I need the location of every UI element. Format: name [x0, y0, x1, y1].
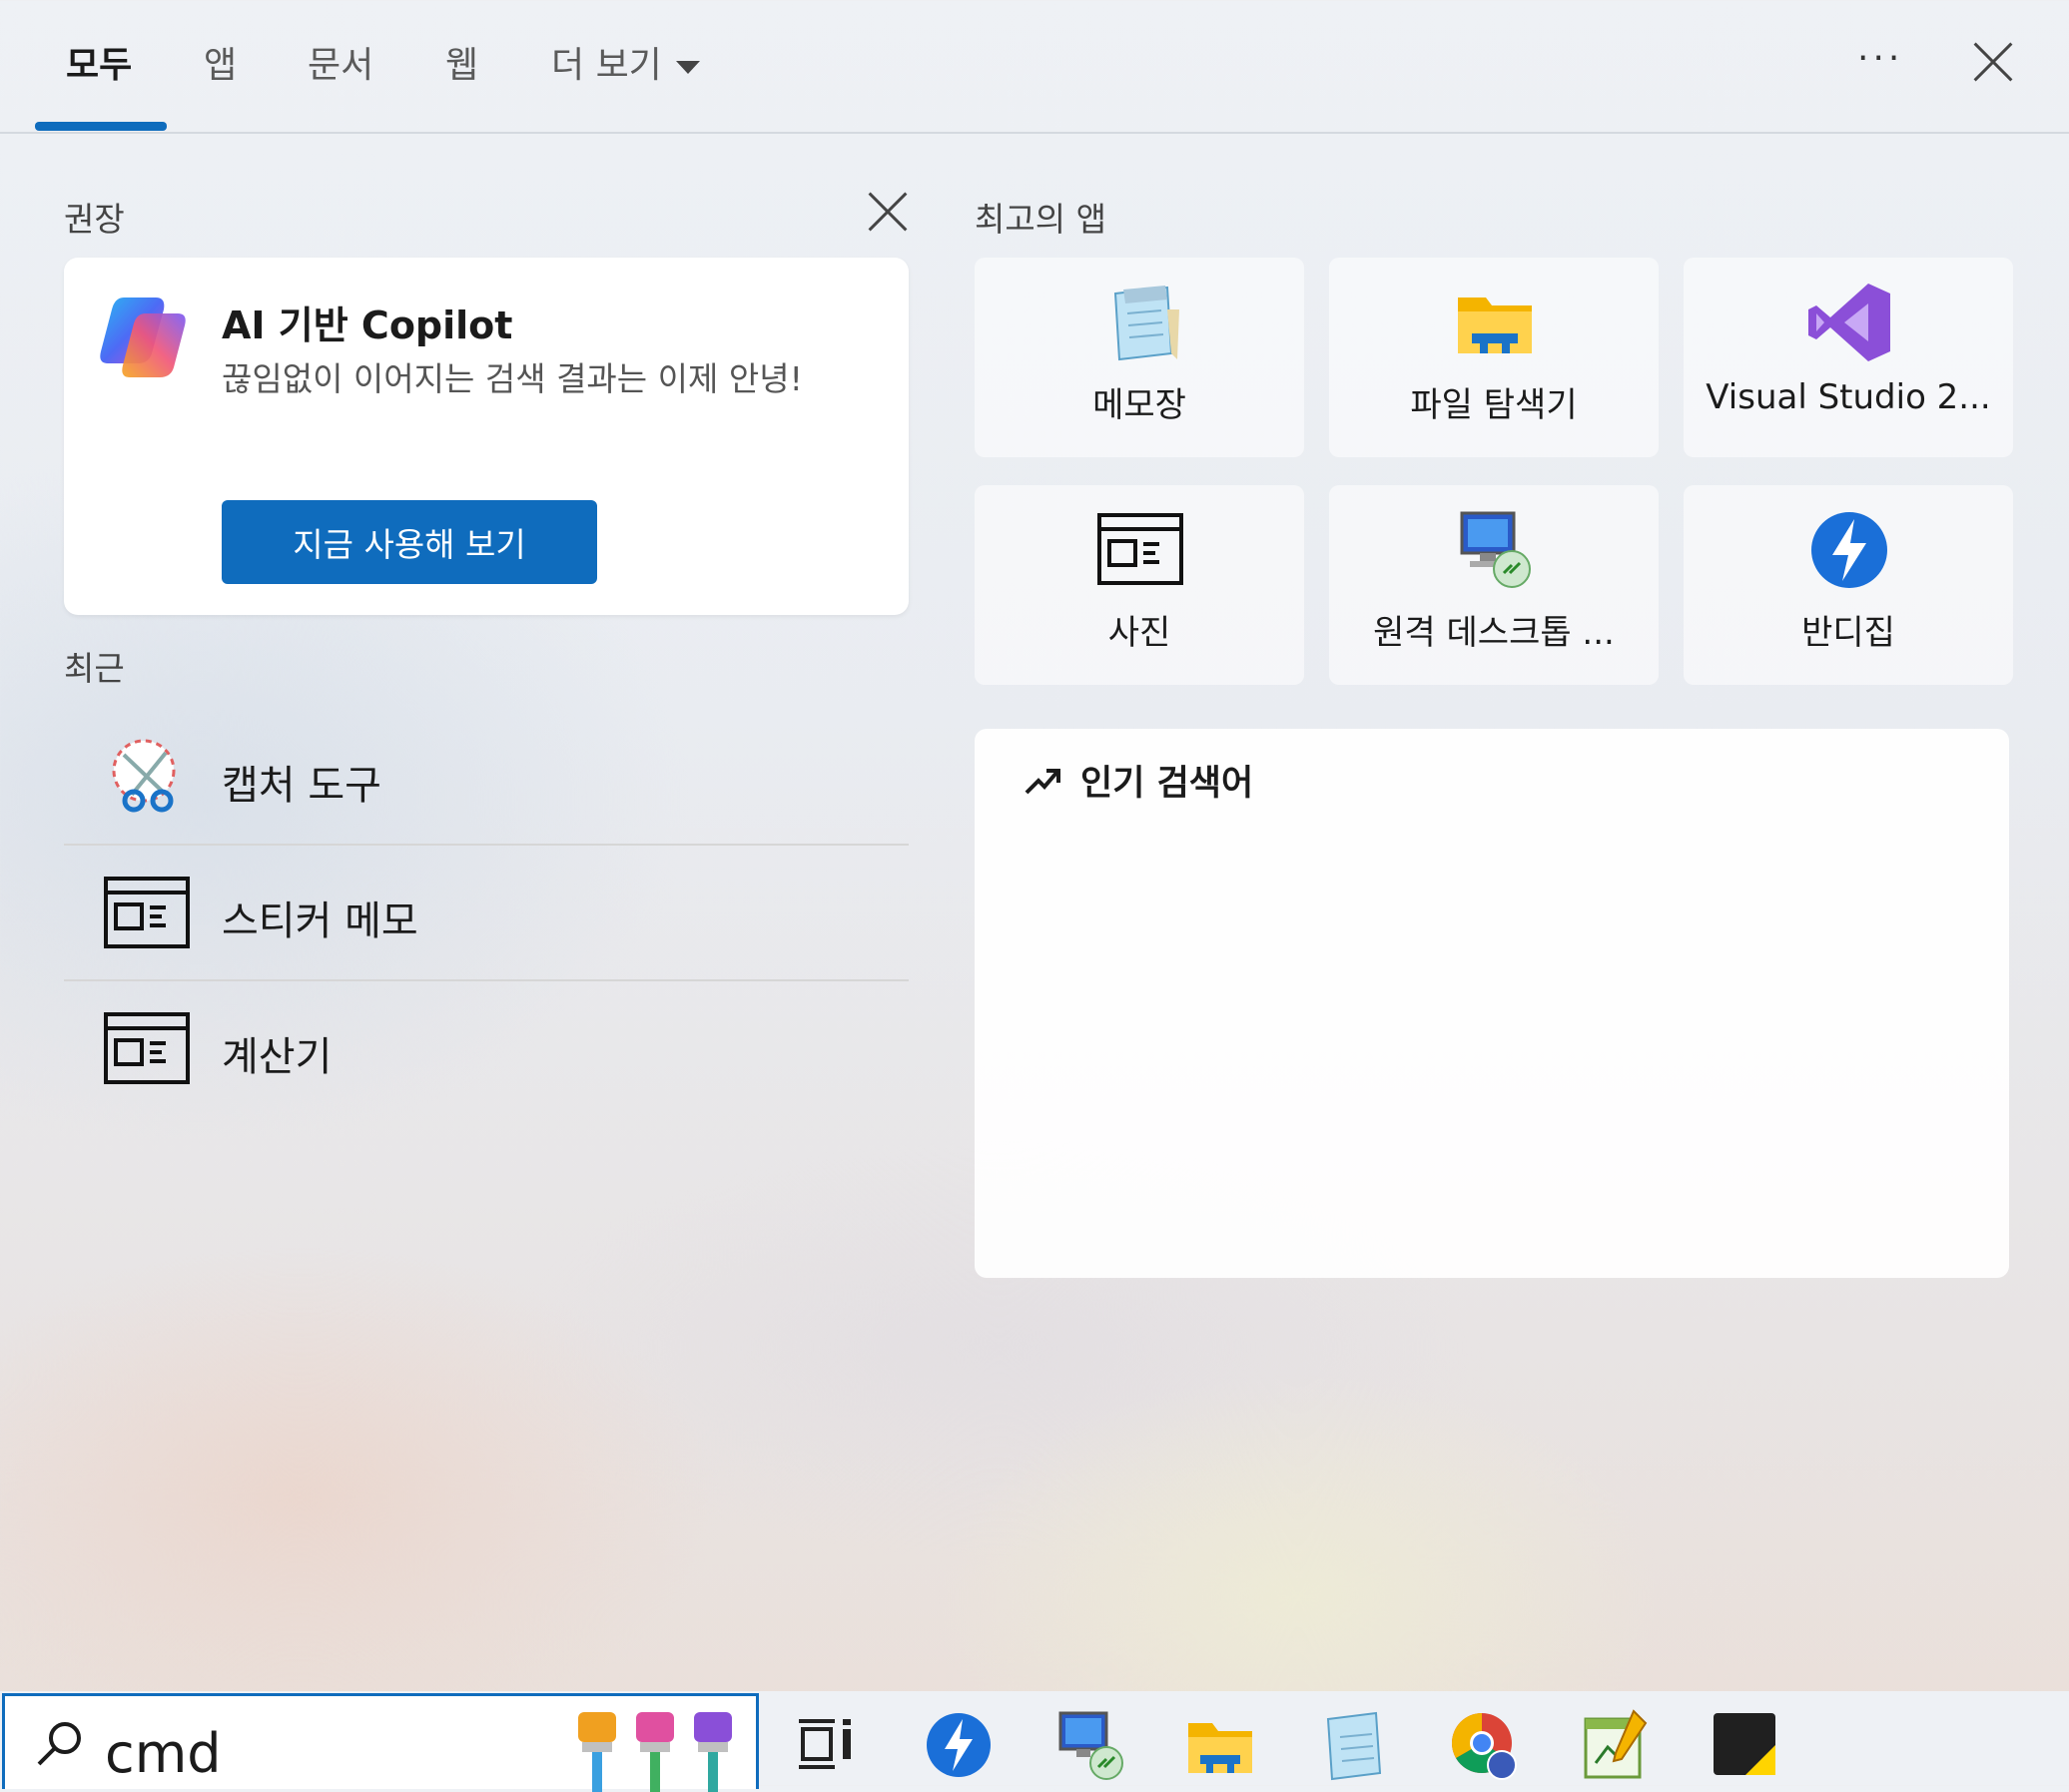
snipping-tool-icon: [112, 739, 176, 813]
app-tile-label: Visual Studio 2...: [1706, 377, 1991, 417]
remote-desktop-icon[interactable]: [1052, 1707, 1128, 1783]
notepad-icon: [1113, 286, 1179, 361]
trending-arrow-icon: [1025, 769, 1060, 795]
app-tile-notepad[interactable]: 메모장: [975, 258, 1304, 457]
app-tile-visual-studio[interactable]: Visual Studio 2...: [1684, 258, 2013, 457]
more-options-icon[interactable]: ···: [1857, 38, 1903, 79]
copilot-card: AI 기반 Copilot 끊임없이 이어지는 검색 결과는 이제 안녕! 지금…: [64, 258, 909, 615]
search-icon: [37, 1722, 81, 1766]
remote-desktop-icon: [1460, 511, 1531, 588]
copilot-card-title: AI 기반 Copilot: [222, 303, 513, 347]
trending-searches-title: 인기 검색어: [1080, 764, 1254, 804]
paint-brushes-icon: [578, 1712, 732, 1792]
app-window-icon: [1097, 513, 1183, 585]
tab-web[interactable]: 웹: [445, 36, 478, 88]
app-window-icon: [104, 1012, 190, 1084]
notepad-icon[interactable]: [1314, 1707, 1390, 1783]
recent-item-label: 계산기: [222, 1034, 333, 1080]
tab-apps[interactable]: 앱: [204, 36, 237, 88]
copilot-card-description: 끊임없이 이어지는 검색 결과는 이제 안녕!: [222, 359, 803, 398]
divider: [64, 844, 909, 846]
bandizip-icon: [1811, 512, 1887, 588]
task-view-icon[interactable]: [789, 1707, 865, 1783]
bandizip-icon[interactable]: [921, 1707, 997, 1783]
active-tab-indicator: [35, 122, 167, 131]
taskbar-search-box[interactable]: [2, 1693, 759, 1792]
app-tile-label: 반디집: [1801, 613, 1895, 653]
app-tile-bandizip[interactable]: 반디집: [1684, 485, 2013, 685]
close-icon[interactable]: [1971, 40, 2015, 84]
tab-all[interactable]: 모두: [66, 36, 132, 88]
app-tile-label: 메모장: [1092, 385, 1186, 425]
app-tile-photos[interactable]: 사진: [975, 485, 1304, 685]
tab-more-label: 더 보기: [551, 45, 662, 86]
top-apps-section-title: 최고의 앱: [975, 200, 1106, 239]
try-copilot-button[interactable]: 지금 사용해 보기: [222, 500, 597, 584]
visual-studio-icon: [1808, 284, 1890, 361]
app-tile-label: 파일 탐색기: [1410, 385, 1578, 425]
sticky-notes-icon[interactable]: [1708, 1707, 1783, 1783]
tab-documents[interactable]: 문서: [308, 36, 373, 88]
recent-item-snipping-tool[interactable]: 캡처 도구: [64, 711, 909, 845]
recent-item-calculator[interactable]: 계산기: [64, 982, 909, 1116]
chrome-icon[interactable]: [1446, 1707, 1522, 1783]
divider: [64, 979, 909, 981]
recent-item-sticky-notes[interactable]: 스티커 메모: [64, 847, 909, 980]
caret-down-icon: [675, 60, 700, 74]
app-window-icon: [104, 877, 190, 948]
file-explorer-icon[interactable]: [1182, 1707, 1258, 1783]
trending-searches-card: 인기 검색어: [975, 729, 2009, 1278]
diagram-editor-icon[interactable]: [1578, 1707, 1654, 1783]
tab-more[interactable]: 더 보기: [551, 36, 700, 88]
app-tile-file-explorer[interactable]: 파일 탐색기: [1329, 258, 1659, 457]
recent-section-title: 최근: [64, 649, 125, 688]
dismiss-recommendation-icon[interactable]: [868, 192, 908, 232]
search-tab-bar: 모두 앱 문서 웹 더 보기 ···: [0, 0, 2069, 134]
recent-item-label: 캡처 도구: [222, 763, 381, 809]
app-tile-label: 원격 데스크톱 ...: [1373, 613, 1615, 653]
file-explorer-icon: [1458, 298, 1532, 353]
recent-item-label: 스티커 메모: [222, 898, 418, 944]
app-tile-label: 사진: [1107, 613, 1171, 653]
app-tile-remote-desktop[interactable]: 원격 데스크톱 ...: [1329, 485, 1659, 685]
copilot-logo-icon: [100, 298, 186, 377]
search-input[interactable]: [105, 1718, 524, 1788]
recommended-section-title: 권장: [64, 200, 125, 239]
